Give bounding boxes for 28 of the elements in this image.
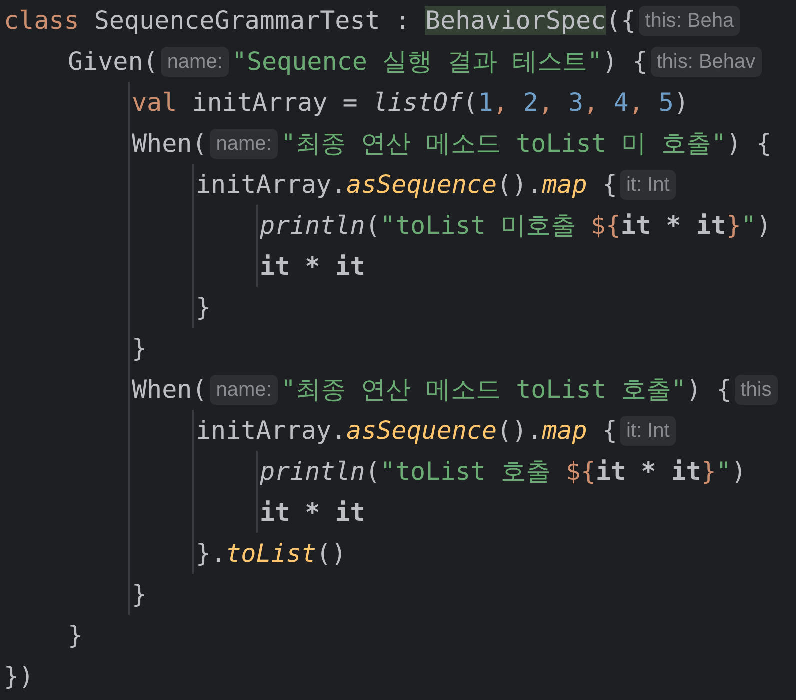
- inlay-hint: this: Behav: [650, 46, 762, 76]
- code-text: }: [132, 580, 148, 609]
- inlay-hint: name:: [210, 128, 278, 158]
- code-text: class SequenceGrammarTest : BehaviorSpec({: [4, 6, 636, 35]
- code-text: "최종 연산 메소드 toList 미 호출") {: [280, 128, 772, 160]
- code-text: When(: [132, 375, 208, 404]
- code-text: }: [132, 334, 148, 363]
- code-text: println("toList 호출 ${it * it}"): [260, 456, 747, 488]
- code-text: When(: [132, 129, 208, 158]
- inlay-hint: name:: [210, 374, 278, 404]
- inlay-hint: it: Int: [620, 416, 676, 446]
- code-text: }: [196, 293, 212, 322]
- inlay-hint: name:: [161, 46, 229, 76]
- code-text: "Sequence 실행 결과 테스트") {: [232, 46, 648, 78]
- inlay-hint: it: Int: [620, 170, 676, 200]
- code-text: initArray.asSequence().map {: [196, 416, 618, 445]
- code-text: it * it: [260, 498, 366, 527]
- code-text: }: [68, 621, 84, 650]
- code-text: println("toList 미호출 ${it * it}"): [260, 210, 772, 242]
- code-text: it * it: [260, 252, 366, 281]
- code-text: Given(: [68, 47, 158, 76]
- inlay-hint: this: Beha: [639, 6, 740, 36]
- code-text: initArray.asSequence().map {: [196, 170, 618, 199]
- code-text: "최종 연산 메소드 toList 호출") {: [280, 374, 732, 406]
- code-text: }.toList(): [196, 539, 347, 568]
- code-text: val initArray = listOf(1, 2, 3, 4, 5): [132, 88, 690, 117]
- code-text: }): [4, 662, 34, 691]
- inlay-hint: this: [734, 374, 778, 404]
